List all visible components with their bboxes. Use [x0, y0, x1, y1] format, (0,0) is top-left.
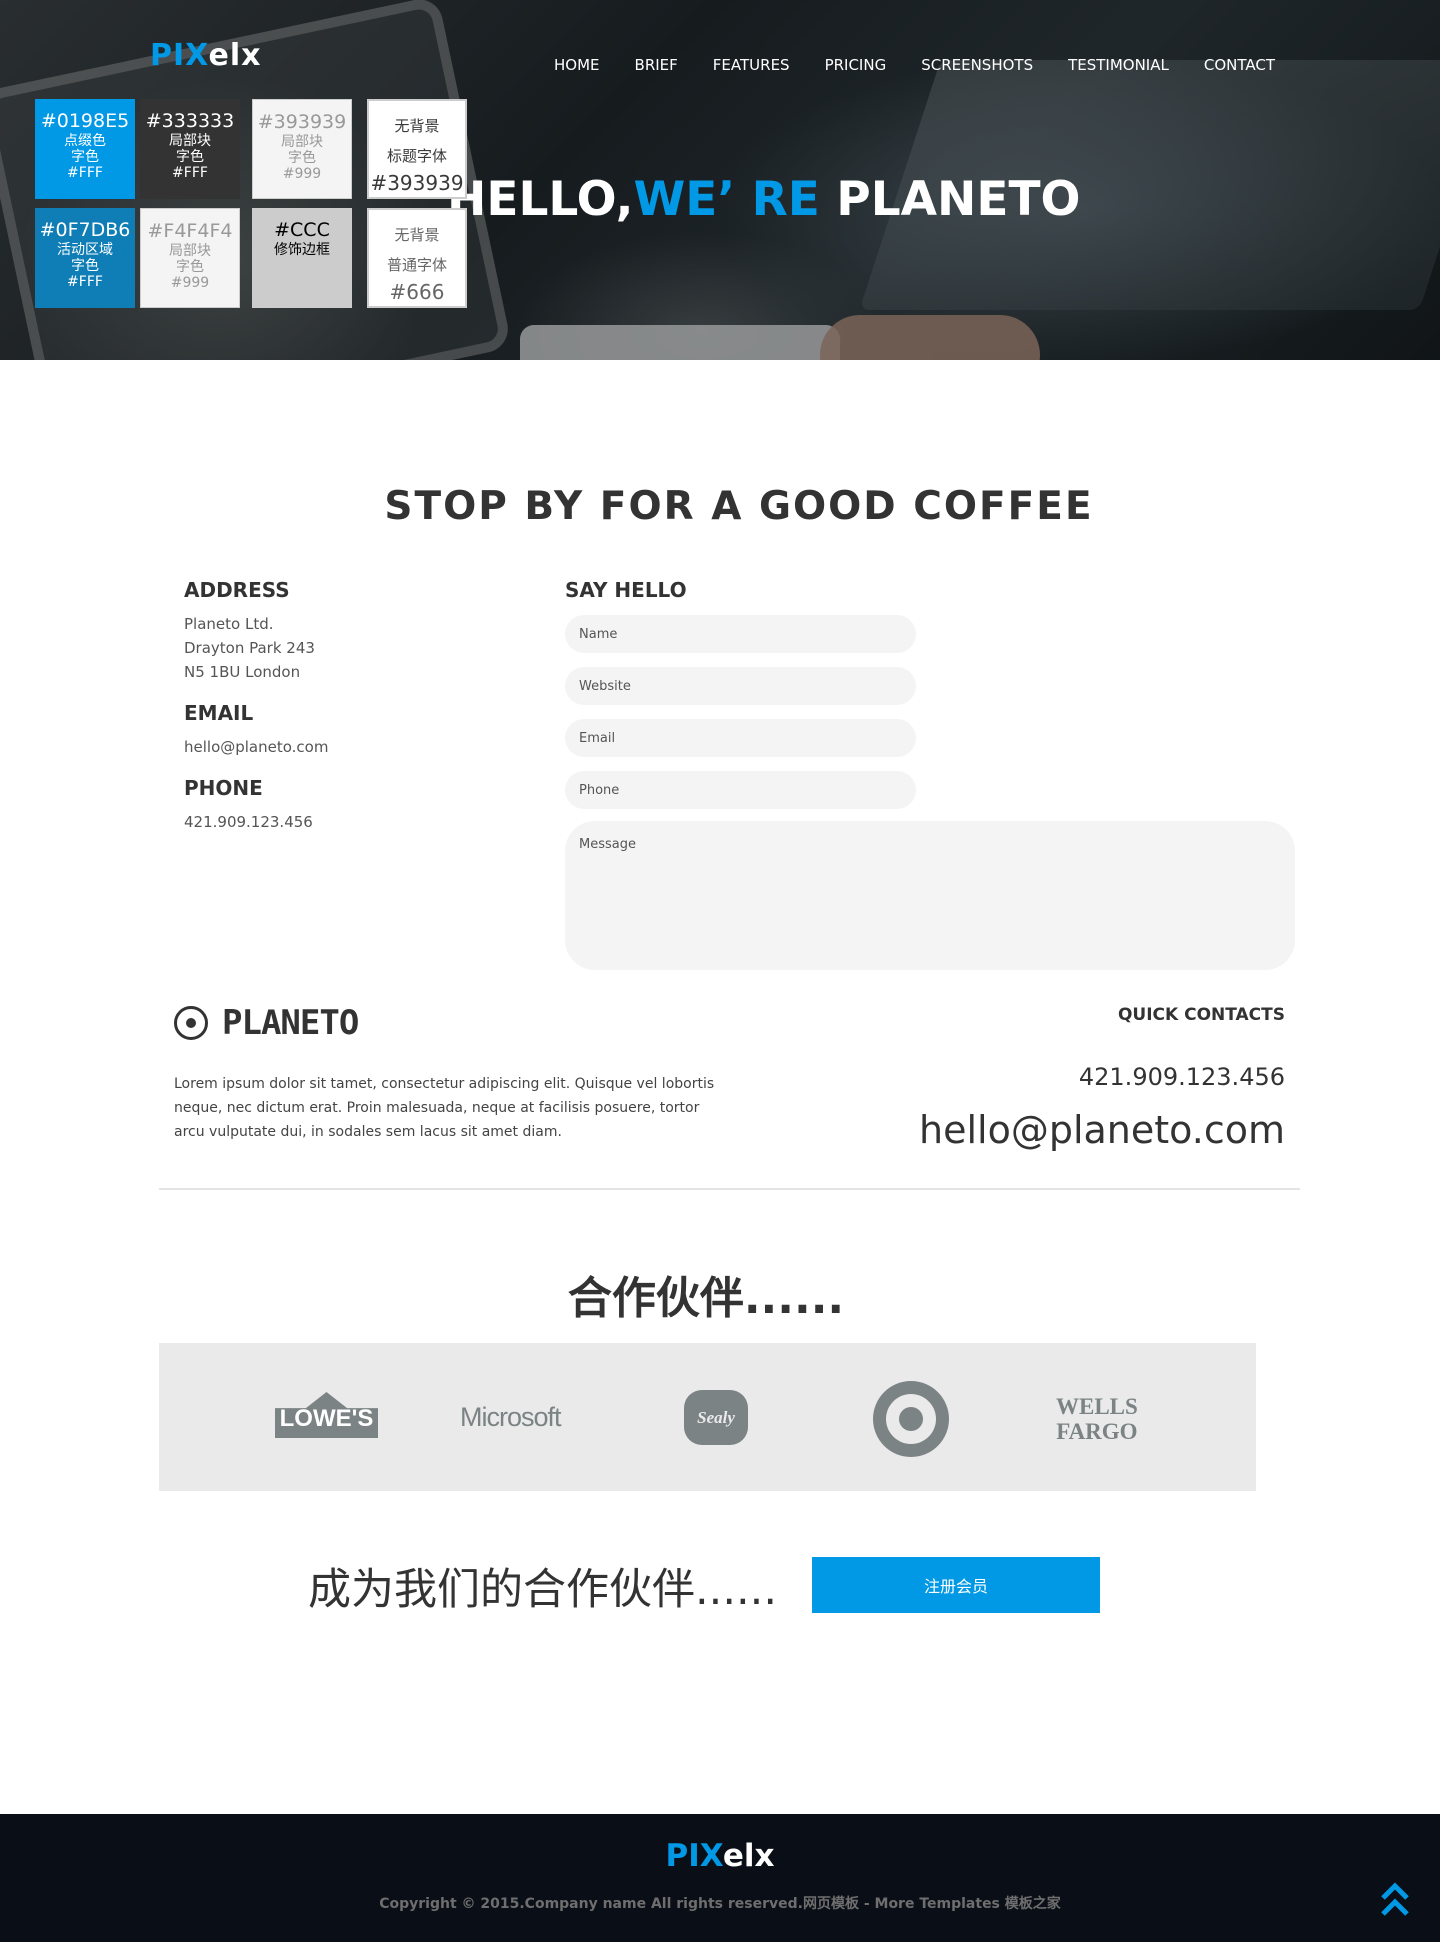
site-logo[interactable]: PIXelx: [150, 38, 261, 73]
footer-logo-accent: PIX: [665, 1838, 723, 1874]
phone-heading: PHONE: [184, 776, 263, 800]
hero-title-highlight: WE’ RE: [633, 172, 820, 227]
swatch-line: 局部块: [169, 133, 211, 149]
swatch-line: #FFF: [172, 165, 208, 181]
color-swatch: 无背景 标题字体 #393939: [367, 99, 467, 199]
swatch-line: 修饰边框: [274, 242, 330, 258]
swatch-code: #CCC: [274, 219, 330, 241]
swatch-line: 字色: [71, 149, 99, 165]
address-line: N5 1BU London: [184, 663, 301, 681]
sealy-logo: Sealy: [684, 1390, 748, 1445]
swatch-code: #0F7DB6: [39, 219, 131, 241]
logo-accent: PIX: [150, 38, 209, 73]
logo-rest: elx: [208, 38, 262, 73]
section-divider: [159, 1188, 1300, 1190]
swatch-line: 无背景: [394, 226, 440, 244]
email-heading: EMAIL: [184, 701, 254, 725]
color-swatch: 无背景 普通字体 #666: [367, 208, 467, 308]
copyright-text: Copyright © 2015.Company name All rights…: [379, 1896, 1061, 1912]
swatch-line: #999: [170, 275, 210, 291]
back-to-top-icon[interactable]: [1380, 1882, 1410, 1918]
target-logo-icon: [174, 1006, 208, 1040]
swatch-code: #393939: [370, 171, 464, 195]
swatch-line: #999: [282, 166, 322, 182]
swatch-line: 字色: [176, 259, 204, 275]
address-block: Planeto Ltd. Drayton Park 243 N5 1BU Lon…: [184, 612, 315, 684]
swatch-code: #F4F4F4: [147, 220, 233, 242]
address-line: Drayton Park 243: [184, 639, 315, 657]
nav-pricing[interactable]: PRICING: [825, 56, 887, 74]
nav-screenshots[interactable]: SCREENSHOTS: [921, 56, 1033, 74]
wells-fargo-logo: WELLS FARGO: [1056, 1394, 1138, 1444]
name-field[interactable]: [565, 615, 916, 653]
target-logo: [873, 1381, 949, 1457]
phone-text: 421.909.123.456: [184, 813, 313, 831]
color-swatch: #F4F4F4 局部块 字色 #999: [140, 208, 240, 308]
swatch-line: 字色: [176, 149, 204, 165]
contact-section-title: STOP BY FOR A GOOD COFFEE: [384, 484, 1094, 529]
partners-title: 合作伙伴......: [567, 1273, 845, 1324]
swatch-line: #FFF: [67, 274, 103, 290]
nav-home[interactable]: HOME: [554, 56, 600, 74]
quick-contacts-phone: 421.909.123.456: [1078, 1063, 1285, 1091]
swatch-code: #333333: [145, 110, 235, 132]
wells-fargo-line: WELLS: [1056, 1394, 1138, 1419]
swatch-line: 无背景: [394, 117, 440, 135]
color-swatch: #0198E5 点缀色 字色 #FFF: [35, 99, 135, 199]
microsoft-logo: Microsoft: [460, 1402, 562, 1432]
quick-contacts-heading: QUICK CONTACTS: [1117, 1005, 1285, 1025]
brand-name: PLANETO: [222, 1003, 359, 1043]
footer-logo-rest: elx: [722, 1838, 775, 1874]
phone-field[interactable]: [565, 771, 916, 809]
swatch-line: 局部块: [169, 243, 211, 259]
address-heading: ADDRESS: [184, 578, 290, 602]
main-nav: HOME BRIEF FEATURES PRICING SCREENSHOTS …: [554, 56, 1275, 74]
quick-contacts-email: hello@planeto.com: [919, 1108, 1285, 1152]
website-field[interactable]: [565, 667, 916, 705]
swatch-line: 标题字体: [386, 147, 447, 165]
nav-brief[interactable]: BRIEF: [635, 56, 678, 74]
message-field[interactable]: [565, 821, 1295, 970]
say-hello-heading: SAY HELLO: [565, 578, 687, 602]
address-line: Planeto Ltd.: [184, 615, 274, 633]
swatch-line: 普通字体: [386, 256, 447, 274]
wells-fargo-line: FARGO: [1056, 1419, 1138, 1444]
cta-text: 成为我们的合作伙伴......: [308, 1565, 778, 1615]
swatch-line: #FFF: [67, 165, 103, 181]
nav-contact[interactable]: CONTACT: [1204, 56, 1275, 74]
swatch-line: 局部块: [281, 134, 323, 150]
swatch-line: 点缀色: [64, 133, 106, 149]
color-swatch: #393939 局部块 字色 #999: [252, 99, 352, 199]
planeto-brand: PLANETO: [174, 1003, 359, 1043]
page-footer: [0, 1814, 1440, 1942]
brand-description: Lorem ipsum dolor sit tamet, consectetur…: [174, 1076, 715, 1140]
email-text: hello@planeto.com: [184, 738, 329, 756]
color-swatch: #CCC 修饰边框: [252, 208, 352, 308]
register-member-button[interactable]: 注册会员: [812, 1557, 1100, 1613]
swatch-code: #666: [389, 280, 445, 304]
footer-logo[interactable]: PIXelx: [0, 1838, 1440, 1874]
hero-title: HELLO,WE’ RE PLANETO: [447, 172, 1081, 227]
swatch-code: #0198E5: [40, 110, 130, 132]
color-swatch: #333333 局部块 字色 #FFF: [140, 99, 240, 199]
swatch-line: 字色: [71, 258, 99, 274]
hero-title-part2: PLANETO: [819, 172, 1081, 227]
swatch-code: #393939: [257, 111, 347, 133]
email-field[interactable]: [565, 719, 916, 757]
swatch-line: 活动区域: [57, 242, 113, 258]
nav-features[interactable]: FEATURES: [713, 56, 790, 74]
hero-title-part1: HELLO,: [447, 172, 634, 227]
nav-testimonial[interactable]: TESTIMONIAL: [1068, 56, 1169, 74]
swatch-line: 字色: [288, 150, 316, 166]
color-swatch: #0F7DB6 活动区域 字色 #FFF: [35, 208, 135, 308]
